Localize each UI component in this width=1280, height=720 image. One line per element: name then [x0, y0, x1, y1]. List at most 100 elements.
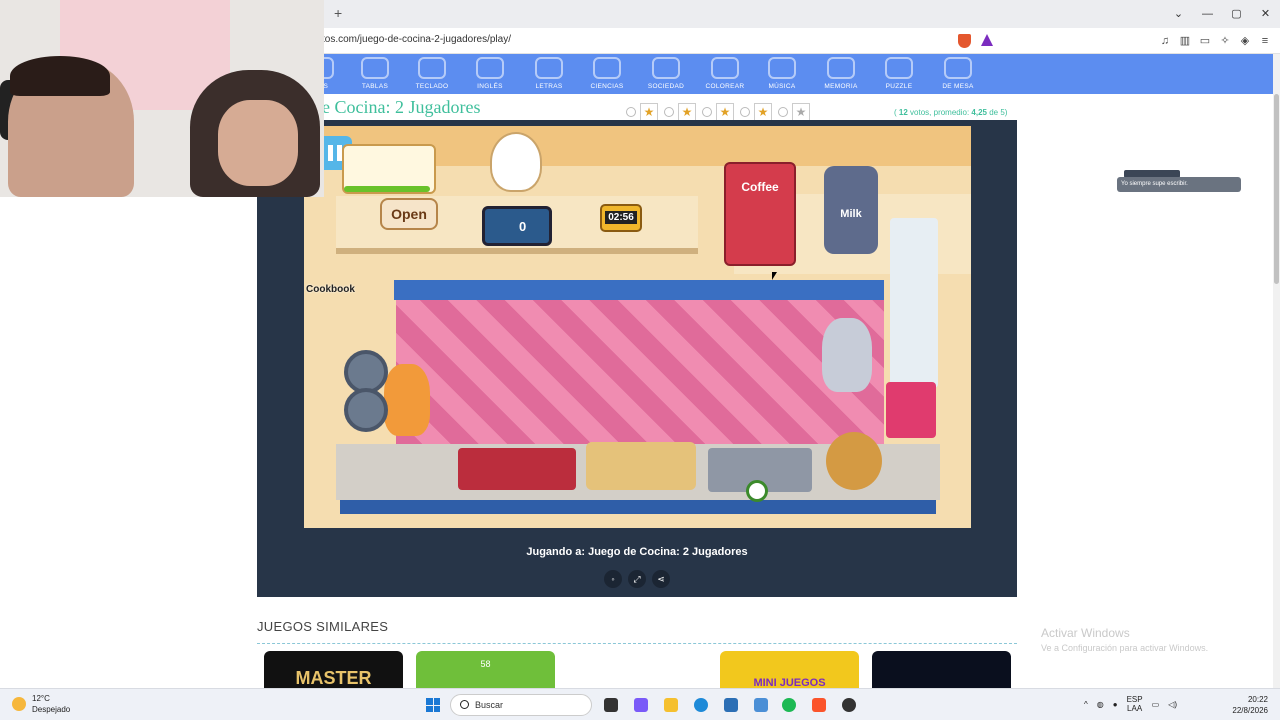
game-canvas[interactable]: Open 0 02:56 Coffee Milk Cookbook [304, 126, 971, 528]
nav-item[interactable]: LETRAS [521, 54, 577, 94]
vpn-icon[interactable]: ◈ [1238, 32, 1252, 50]
votes-label: votos, promedio: [910, 108, 970, 117]
rating-option[interactable]: ★ [740, 103, 772, 121]
obs-icon[interactable] [842, 698, 856, 712]
tab-list-icon[interactable]: ⌄ [1164, 0, 1193, 28]
taskbar-search[interactable]: Buscar [450, 694, 592, 716]
dumpling-steamer[interactable] [586, 442, 696, 490]
palette-icon [711, 57, 739, 79]
nav-label: MEMORIA [824, 83, 858, 90]
rating-option[interactable]: ★ [702, 103, 734, 121]
open-sign-button[interactable]: Open [380, 198, 438, 230]
trash-bin[interactable] [886, 382, 936, 438]
game-thumbnail[interactable] [872, 651, 1011, 691]
maximize-button[interactable]: ▢ [1222, 0, 1251, 28]
menu-icon[interactable]: ≡ [1258, 32, 1272, 50]
window-controls: ⌄ — ▢ ✕ [1164, 0, 1280, 28]
activate-windows-title: Activar Windows [1041, 626, 1130, 640]
file-explorer-icon[interactable] [664, 698, 678, 712]
register-value: 0 [519, 219, 527, 234]
nav-item[interactable]: SOCIEDAD [638, 54, 694, 94]
nav-item[interactable]: COLOREAR [697, 54, 753, 94]
nav-label: CIENCIAS [590, 83, 624, 90]
votes-average: 4,25 [971, 108, 987, 117]
music-icon [768, 57, 796, 79]
widgets-icon[interactable] [634, 698, 648, 712]
plate-stack[interactable] [890, 218, 938, 388]
volume-icon[interactable]: ◁) [1168, 700, 1177, 709]
brave-rewards-icon[interactable] [981, 34, 993, 46]
nav-item[interactable]: MEMORIA [813, 54, 869, 94]
nav-item[interactable]: TECLADO [404, 54, 460, 94]
nav-item[interactable]: PUZZLE [871, 54, 927, 94]
milk-container[interactable]: Milk [824, 166, 878, 254]
moon-icon [12, 697, 26, 711]
nav-label: MÚSICA [768, 83, 796, 90]
rating-radio[interactable] [626, 107, 636, 117]
mic-icon[interactable]: ● [1113, 700, 1118, 709]
brave-icon[interactable] [812, 698, 826, 712]
game-thumbnail[interactable]: 58 [416, 651, 555, 691]
spotify-icon[interactable] [782, 698, 796, 712]
edge-icon[interactable] [694, 698, 708, 712]
language-indicator[interactable]: ESP LAA [1127, 695, 1143, 713]
rating-radio[interactable] [664, 107, 674, 117]
new-tab-button[interactable]: + [334, 5, 342, 21]
nav-item[interactable]: TABLAS [347, 54, 403, 94]
cooking-pot[interactable] [344, 388, 388, 432]
game-thumbnail[interactable] [568, 651, 707, 691]
game-thumbnail[interactable]: MASTER [264, 651, 403, 691]
close-button[interactable]: ✕ [1251, 0, 1280, 28]
rating-radio[interactable] [740, 107, 750, 117]
nav-item[interactable]: INGLÉS [462, 54, 518, 94]
category-nav: ICAS TABLAS TECLADO INGLÉS LETRAS CIENCI… [306, 54, 1273, 94]
url-text[interactable]: tos.com/juego-de-cocina-2-jugadores/play… [322, 34, 511, 45]
votes-suffix: de 5) [989, 108, 1008, 117]
rating-radio[interactable] [778, 107, 788, 117]
store-icon[interactable] [724, 698, 738, 712]
scrollbar-thumb[interactable] [1274, 94, 1279, 284]
game-thumbnail[interactable]: MINI JUEGOS [720, 651, 859, 691]
system-clock[interactable]: 20:22 22/8/2026 [1232, 694, 1268, 716]
streamer-left-hair [10, 56, 110, 96]
nav-item[interactable]: DE MESA [930, 54, 986, 94]
coffee-machine[interactable]: Coffee [724, 162, 796, 266]
network-icon[interactable]: ◍ [1097, 700, 1104, 709]
star-empty-icon: ★ [792, 103, 810, 121]
sidebar-icon[interactable]: ▥ [1178, 32, 1192, 50]
rating-radio[interactable] [702, 107, 712, 117]
media-icon[interactable]: ♫ [1158, 32, 1172, 50]
start-button[interactable] [426, 698, 440, 712]
cookbook-button[interactable]: Cookbook [306, 284, 355, 295]
nav-label: SOCIEDAD [647, 83, 685, 90]
nav-label: TECLADO [415, 83, 449, 90]
game-timer: 02:56 [600, 204, 642, 232]
nav-item[interactable]: MÚSICA [754, 54, 810, 94]
sausage-grill[interactable] [458, 448, 576, 490]
mouse-cursor [772, 272, 777, 280]
votes-count: 12 [898, 108, 908, 117]
chevron-up-icon[interactable]: ^ [1084, 700, 1088, 709]
weather-text: 12°C Despejado [32, 693, 70, 715]
display-icon[interactable]: ▭ [1152, 700, 1160, 709]
weather-widget[interactable]: 12°C Despejado [12, 693, 70, 715]
leo-icon[interactable]: ✧ [1218, 32, 1232, 50]
lightbulb-icon[interactable]: ◦ [604, 570, 622, 588]
rating-option[interactable]: ★ [626, 103, 658, 121]
votes-summary: ( 12 votos, promedio: 4,25 de 5) [894, 108, 1007, 117]
brave-shield-icon[interactable] [958, 34, 971, 48]
rating-option[interactable]: ★ [664, 103, 696, 121]
rating-option[interactable]: ★ [778, 103, 810, 121]
wallet-icon[interactable]: ▭ [1198, 32, 1212, 50]
bottom-strip [340, 500, 936, 514]
task-view-icon[interactable] [604, 698, 618, 712]
votes-prefix: ( [894, 108, 897, 117]
fullscreen-icon[interactable]: ⤢ [628, 570, 646, 588]
mail-icon[interactable] [754, 698, 768, 712]
share-icon[interactable]: ⋖ [652, 570, 670, 588]
minimize-button[interactable]: — [1193, 0, 1222, 28]
activate-windows-subtitle: Ve a Configuración para activar Windows. [1041, 643, 1209, 653]
coffee-label: Coffee [741, 180, 779, 194]
bread-basket[interactable] [826, 432, 882, 490]
nav-item[interactable]: CIENCIAS [579, 54, 635, 94]
